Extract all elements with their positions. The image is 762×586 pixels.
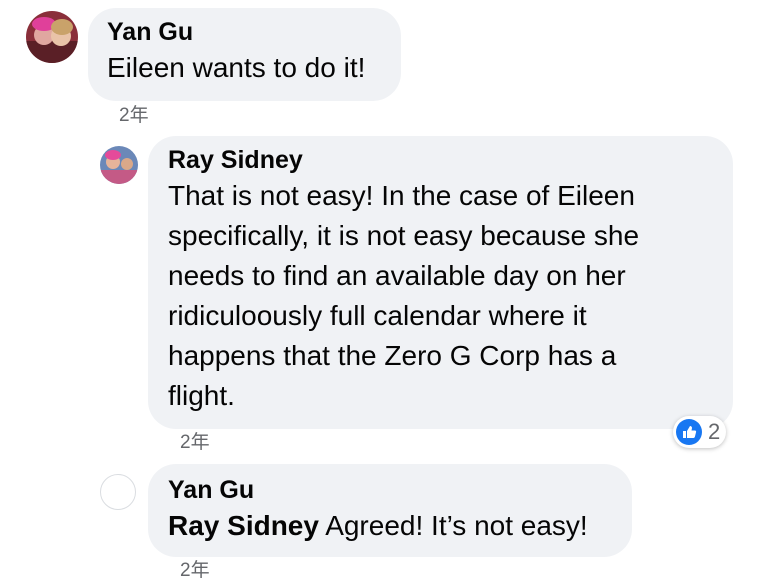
comment-timestamp[interactable]: 2年 <box>119 104 149 128</box>
avatar-photo <box>26 11 78 63</box>
comment-text-line: happens that the Zero G Corp has a <box>168 340 617 371</box>
comment-author[interactable]: Yan Gu <box>107 17 193 47</box>
comment-text-line: specifically, it is not easy because she <box>168 220 640 251</box>
comment-text-body: Agreed! It’s not easy! <box>325 510 588 541</box>
reaction-count: 2 <box>708 419 721 444</box>
comment-text: Ray Sidney Agreed! It’s not easy! <box>168 506 588 546</box>
comment-text-line: ridiculoously full calendar where it <box>168 300 587 331</box>
reaction-summary[interactable]: 2 <box>673 416 727 448</box>
mention-link[interactable]: Ray Sidney <box>168 510 319 541</box>
avatar-yan-gu[interactable] <box>26 11 78 63</box>
avatar-photo <box>100 146 138 184</box>
comment-author[interactable]: Yan Gu <box>168 475 254 505</box>
comment-text-line: flight. <box>168 380 235 411</box>
comment-timestamp[interactable]: 2年 <box>180 431 210 455</box>
like-icon <box>676 419 702 445</box>
comment-timestamp[interactable]: 2年 <box>180 559 210 583</box>
avatar-yan-gu-placeholder[interactable] <box>100 474 136 510</box>
comment-text: Eileen wants to do it! <box>107 52 366 83</box>
comment-text-line: That is not easy! In the case of Eileen <box>168 180 635 211</box>
avatar-ray-sidney[interactable] <box>100 146 138 184</box>
comment-author[interactable]: Ray Sidney <box>168 145 303 175</box>
comment-text-line: needs to find an available day on her <box>168 260 626 291</box>
